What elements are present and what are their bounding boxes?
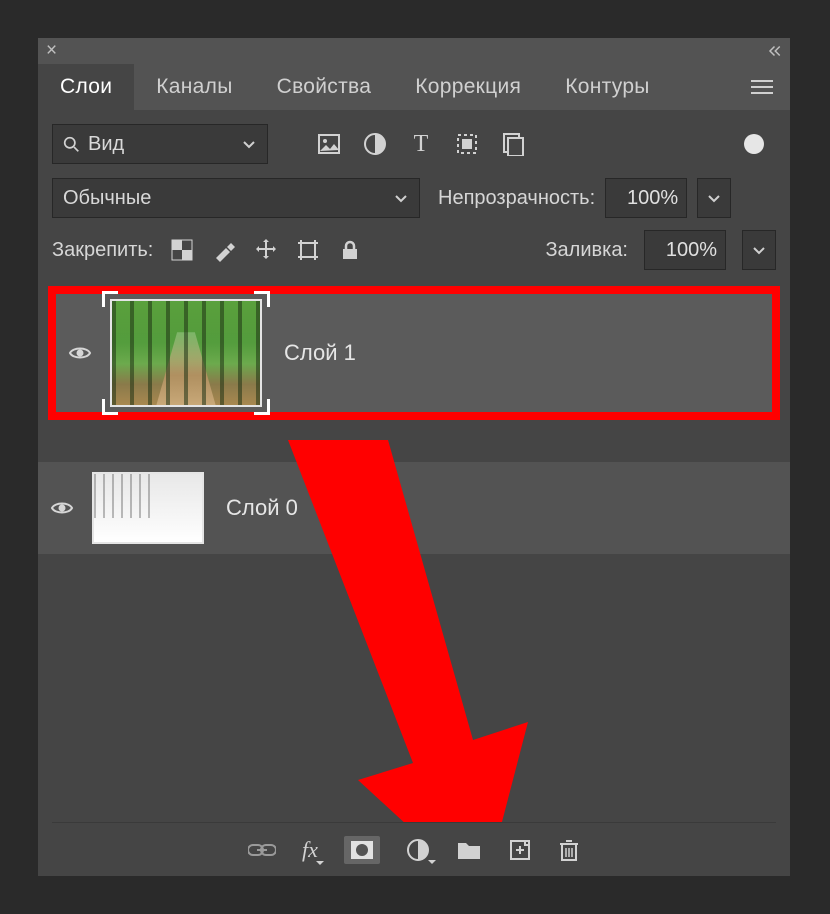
new-group-icon[interactable] — [456, 839, 482, 861]
lock-pixels-icon[interactable] — [211, 237, 237, 263]
layer-row[interactable]: Слой 1 — [48, 286, 780, 420]
lock-label: Закрепить: — [52, 239, 153, 262]
link-layers-icon[interactable] — [248, 840, 276, 860]
layer-name[interactable]: Слой 1 — [284, 340, 356, 366]
layer-thumbnail[interactable] — [92, 472, 204, 544]
new-fill-adjust-icon[interactable] — [406, 838, 430, 862]
filter-type-icons: T — [316, 131, 526, 157]
smartobject-filter-icon[interactable] — [500, 131, 526, 157]
tab-channels[interactable]: Каналы — [134, 64, 254, 110]
filter-kind-select[interactable]: Вид — [52, 124, 268, 164]
smartobject-corner-icon — [254, 291, 270, 307]
blend-mode-select[interactable]: Обычные — [52, 178, 420, 218]
close-icon[interactable]: × — [46, 40, 57, 62]
filter-toggle[interactable] — [744, 134, 764, 154]
chevron-down-icon — [393, 190, 409, 206]
tab-adjustments[interactable]: Коррекция — [393, 64, 543, 110]
layer-name[interactable]: Слой 0 — [226, 495, 298, 521]
fill-label: Заливка: — [545, 239, 628, 262]
panel-menu-icon[interactable] — [742, 67, 782, 107]
opacity-input[interactable]: 100% — [605, 178, 687, 218]
blend-row: Обычные Непрозрачность: 100% — [52, 178, 776, 218]
tab-layers[interactable]: Слои — [38, 64, 134, 110]
add-mask-icon[interactable] — [344, 836, 380, 864]
tab-paths[interactable]: Контуры — [543, 64, 672, 110]
smartobject-corner-icon — [102, 291, 118, 307]
trash-icon[interactable] — [558, 838, 580, 862]
fill-input[interactable]: 100% — [644, 230, 726, 270]
smartobject-corner-icon — [102, 399, 118, 415]
layers-list: Слой 1 Слой 0 — [38, 280, 790, 822]
fill-value: 100% — [666, 239, 717, 262]
opacity-label: Непрозрачность: — [438, 187, 595, 210]
collapse-icon[interactable] — [764, 42, 782, 60]
lock-row: Закрепить: — [52, 230, 776, 270]
lock-artboard-icon[interactable] — [295, 237, 321, 263]
lock-all-icon[interactable] — [337, 237, 363, 263]
blend-mode-value: Обычные — [63, 187, 151, 210]
type-filter-icon[interactable]: T — [408, 131, 434, 157]
lock-position-icon[interactable] — [253, 237, 279, 263]
fill-chevron[interactable] — [742, 230, 776, 270]
filter-kind-label: Вид — [88, 133, 124, 156]
visibility-icon[interactable] — [46, 496, 78, 520]
opacity-chevron[interactable] — [697, 178, 731, 218]
layers-footer: fx — [52, 822, 776, 876]
layer-thumbnail[interactable] — [110, 299, 262, 407]
panel-tabs: Слои Каналы Свойства Коррекция Контуры — [38, 64, 790, 110]
search-icon — [63, 136, 80, 153]
visibility-icon[interactable] — [64, 341, 96, 365]
layer-fx-icon[interactable]: fx — [302, 837, 318, 863]
lock-transparent-icon[interactable] — [169, 237, 195, 263]
adjustment-filter-icon[interactable] — [362, 131, 388, 157]
new-layer-icon[interactable] — [508, 838, 532, 862]
smartobject-corner-icon — [254, 399, 270, 415]
layer-row[interactable]: Слой 0 — [38, 462, 790, 554]
filter-row: Вид T — [52, 124, 776, 164]
shape-filter-icon[interactable] — [454, 131, 480, 157]
tab-properties[interactable]: Свойства — [255, 64, 394, 110]
pixel-filter-icon[interactable] — [316, 131, 342, 157]
chevron-down-icon — [241, 136, 257, 152]
layers-panel: × Слои Каналы Свойства Коррекция Контуры — [38, 38, 790, 876]
panel-titlebar: × — [38, 38, 790, 64]
opacity-value: 100% — [627, 187, 678, 210]
